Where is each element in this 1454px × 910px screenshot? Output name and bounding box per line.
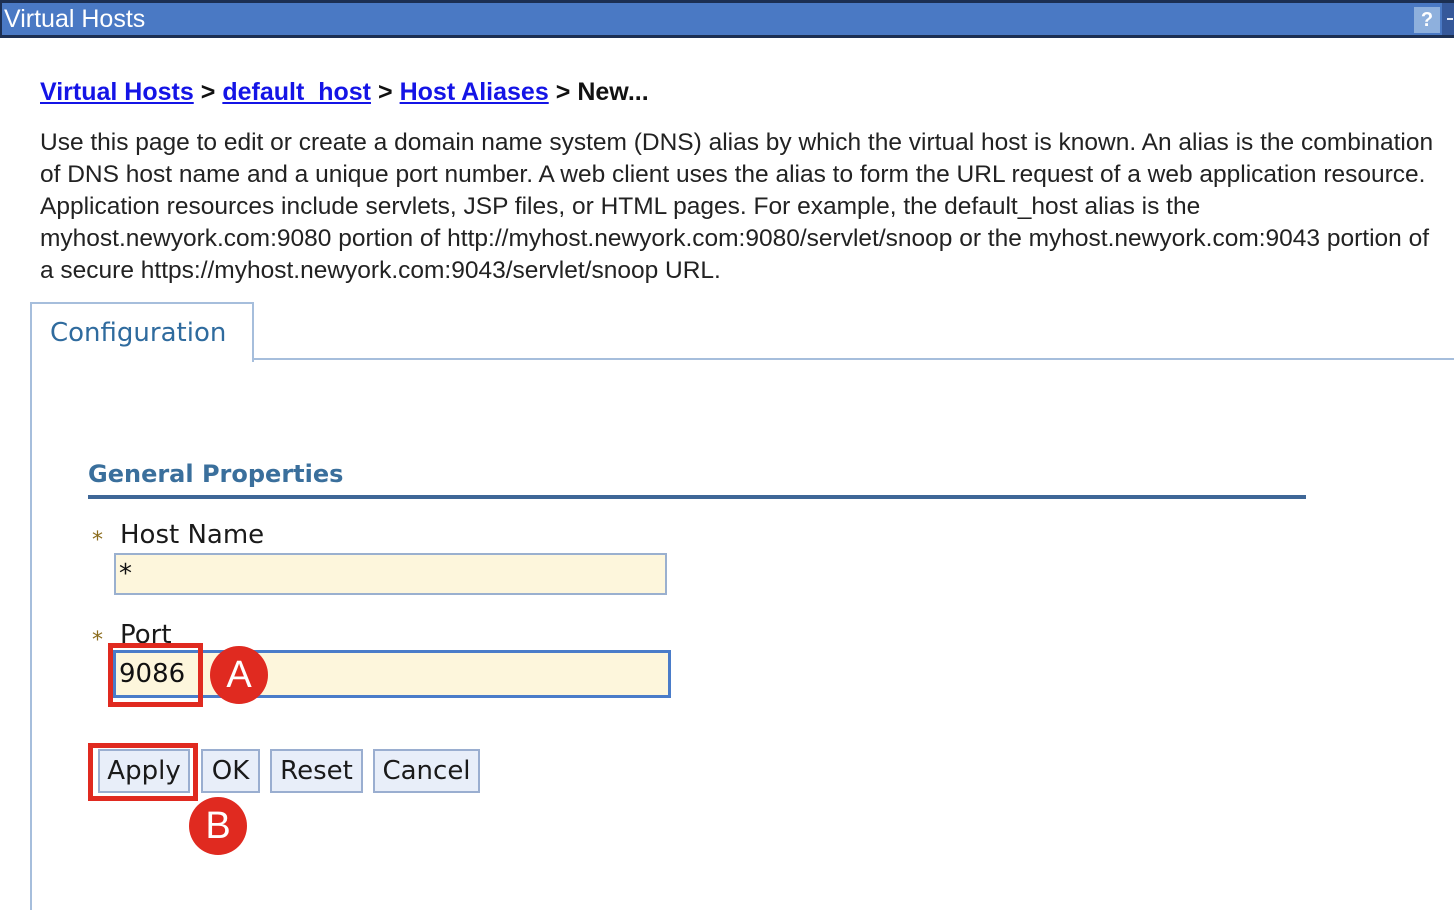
window-edge-control[interactable]: [1442, 3, 1454, 35]
tab-configuration[interactable]: Configuration: [30, 302, 254, 362]
window-titlebar: Virtual Hosts ?: [0, 0, 1454, 38]
breadcrumb-link-default-host[interactable]: default_host: [222, 78, 371, 106]
help-icon[interactable]: ?: [1414, 7, 1440, 33]
breadcrumb-separator: >: [555, 78, 571, 106]
host-name-label: Host Name: [120, 520, 265, 550]
page-description: Use this page to edit or create a domain…: [40, 129, 1434, 284]
breadcrumb-separator: >: [377, 78, 393, 106]
host-name-input[interactable]: [114, 553, 667, 595]
general-properties-heading: General Properties: [88, 460, 344, 488]
required-field-icon: *: [92, 528, 103, 553]
annotation-marker-b: B: [189, 797, 247, 855]
tab-configuration-label: Configuration: [50, 318, 227, 348]
breadcrumb-link-virtual-hosts[interactable]: Virtual Hosts: [40, 78, 194, 106]
breadcrumb: Virtual Hosts > default_host > Host Aliases >…: [40, 78, 649, 107]
annotation-highlight-a: [108, 643, 203, 707]
window-title: Virtual Hosts: [4, 5, 146, 33]
cancel-button[interactable]: Cancel: [373, 749, 480, 793]
minimize-icon: [1447, 18, 1453, 20]
annotation-marker-a: A: [210, 646, 268, 704]
ok-button[interactable]: OK: [201, 749, 260, 793]
section-divider: [88, 495, 1306, 499]
breadcrumb-separator: >: [200, 78, 216, 106]
breadcrumb-link-host-aliases[interactable]: Host Aliases: [400, 78, 549, 106]
annotation-highlight-b: [88, 743, 198, 801]
breadcrumb-current: New...: [577, 78, 649, 106]
reset-button[interactable]: Reset: [270, 749, 363, 793]
required-field-icon: *: [92, 628, 103, 653]
